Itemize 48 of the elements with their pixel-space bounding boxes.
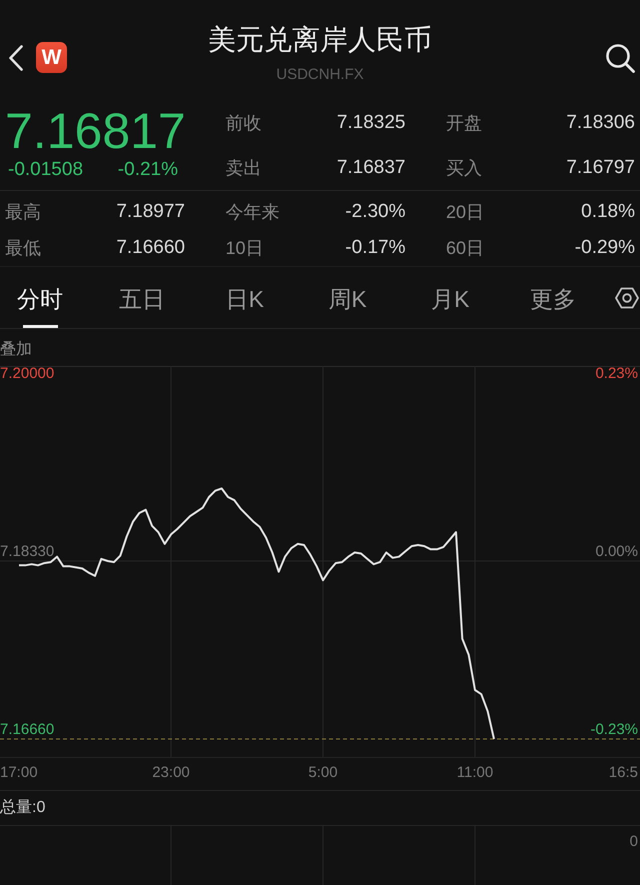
stat-label: 最高 (5, 201, 41, 224)
stat-value: 7.18977 (116, 201, 185, 223)
stat-label: 前收 (226, 112, 262, 134)
price-change: -0.01508 (8, 159, 84, 181)
stat-value: -0.29% (574, 237, 635, 259)
volume-total: 总量:0 (0, 799, 46, 816)
chart-tab[interactable]: 日K (204, 267, 286, 328)
percent-label: 0.23% (595, 366, 638, 382)
stat-value: 7.16837 (336, 156, 406, 178)
stat-value: 7.18325 (336, 112, 406, 134)
axis-label: 17:00 (0, 764, 38, 781)
app-logo[interactable]: W (36, 42, 67, 73)
stat-value: 7.16797 (566, 156, 635, 178)
stat-label: 开盘 (446, 112, 482, 134)
stat-label: 买入 (446, 156, 482, 180)
page-title: 美元兑离岸人民币 (208, 24, 432, 56)
search-icon[interactable] (605, 43, 635, 73)
stat-value: 7.18306 (566, 112, 635, 134)
axis-label: 23:00 (152, 764, 190, 781)
last-price: 7.16817 (5, 106, 185, 156)
chart-tab[interactable]: 更多 (512, 267, 594, 328)
stat-label: 10日 (226, 237, 264, 260)
percent-label: 0.00% (595, 543, 638, 560)
stat-value: 7.16660 (116, 237, 185, 259)
axis-label: 5:00 (308, 764, 338, 781)
stat-value: 0.18% (581, 201, 635, 223)
axis-label: 16:5 (608, 764, 638, 781)
overlay-label[interactable]: 叠加 (0, 341, 32, 358)
stat-value: -2.30% (345, 201, 406, 223)
axis-label: 7.16660 (0, 721, 54, 738)
percent-label: -0.23% (590, 721, 638, 738)
percent-change: -0.21% (118, 159, 178, 181)
stat-label: 20日 (446, 201, 484, 224)
back-icon[interactable] (8, 44, 24, 70)
stat-label: 卖出 (226, 156, 262, 180)
chart-tab[interactable]: 月K (410, 267, 491, 328)
axis-label: 0 (630, 833, 638, 850)
chart-tab[interactable]: 五日 (101, 267, 183, 328)
settings-icon[interactable] (615, 286, 639, 310)
stat-value: -0.17% (345, 237, 406, 259)
axis-label: 7.20000 (0, 366, 54, 382)
stat-label: 最低 (5, 237, 41, 260)
symbol-code: USDCNH.FX (275, 66, 365, 84)
chart-tab[interactable]: 周K (306, 267, 388, 328)
axis-label: 11:00 (456, 764, 494, 781)
stat-label: 60日 (446, 237, 484, 260)
stat-label: 今年来 (226, 201, 280, 224)
axis-label: 7.18330 (0, 543, 54, 560)
